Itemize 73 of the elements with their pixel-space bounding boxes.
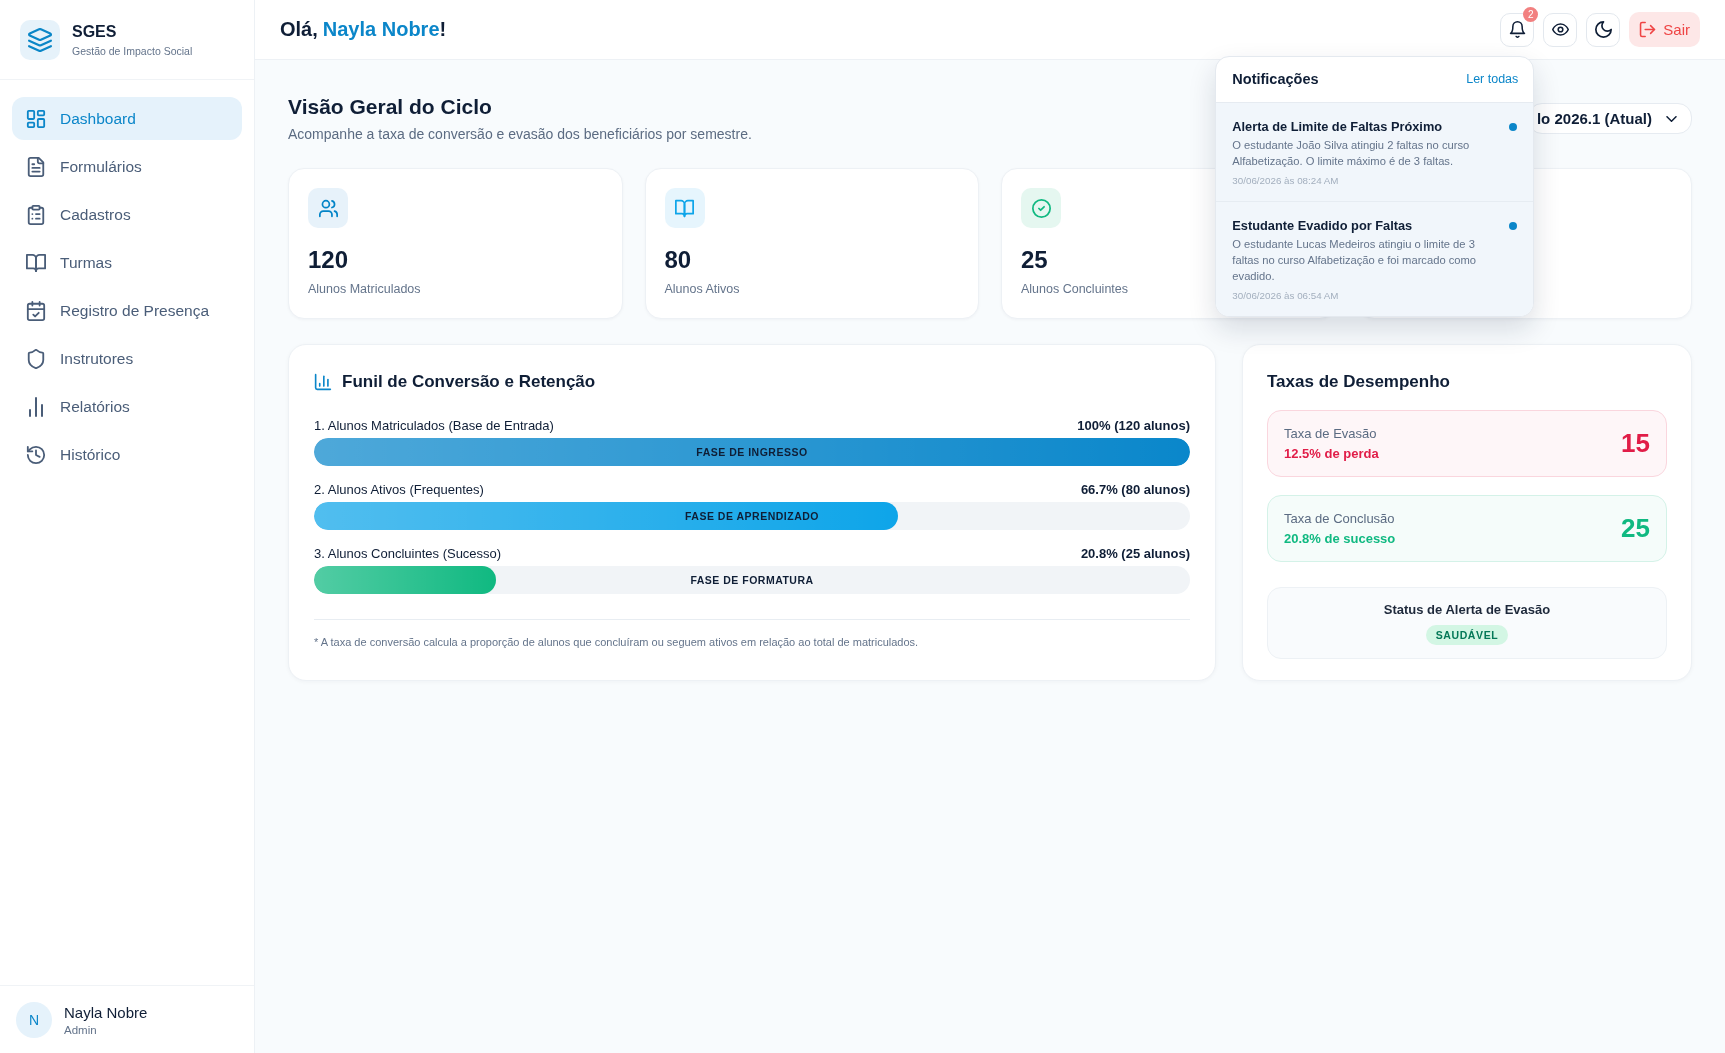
stat-label: Alunos Ativos — [664, 282, 740, 296]
status-badge: SAUDÁVEL — [1425, 624, 1509, 645]
layers-icon — [20, 19, 60, 60]
sidebar-item[interactable]: Relatórios — [12, 385, 242, 428]
eye-icon — [1551, 21, 1569, 38]
notifications-button[interactable] — [1500, 12, 1535, 47]
card-title: Taxas de Desempenho — [1267, 372, 1450, 392]
moon-icon — [1594, 21, 1612, 38]
mark-all-read-link[interactable]: Ler todas — [1466, 72, 1519, 86]
stat-label: Alunos Matriculados — [308, 282, 421, 296]
notification-item[interactable]: Estudante Evadido por Faltas O estudante Lucas Medeiros atingiu o limite de 3 faltas no curso Alfabetização e foi marcado como evadido. 30/06/2026 às 06:54 AM — [1216, 201, 1534, 316]
page-subtitle: Acompanhe a taxa de conversão e evasão dos beneficiários por semestre. — [288, 126, 752, 142]
stage-label: 1. Alunos Matriculados (Base de Entrada) — [314, 417, 554, 433]
stat-value: 80 — [664, 246, 692, 274]
sidebar-item[interactable]: Histórico — [12, 433, 242, 476]
sidebar-item[interactable]: Dashboard — [12, 97, 242, 140]
visibility-button[interactable] — [1543, 12, 1578, 47]
phase-label: FASE DE INGRESSO — [696, 446, 808, 458]
sidebar-item[interactable]: Registro de Presença — [12, 289, 242, 332]
user-role: Admin — [64, 1023, 97, 1036]
rate-detail: 12.5% de perda — [1284, 446, 1379, 461]
sidebar-item[interactable]: Cadastros — [12, 193, 242, 236]
footnote-text: * A taxa de conversão calcula a proporção de alunos que concluíram ou seguem ativos em relação ao total de matriculados. — [314, 636, 919, 648]
stage-reading: 20.8% (25 alunos) — [1080, 545, 1190, 561]
stage-reading: 66.7% (80 alunos) — [1080, 481, 1190, 497]
rate-value: 25 — [1621, 513, 1650, 544]
user-avatar: N — [16, 1001, 52, 1038]
stat-value: 120 — [308, 246, 349, 274]
phase-label: FASE DE FORMATURA — [690, 574, 814, 586]
panel-title: Notificações — [1232, 71, 1319, 87]
sidebar-item[interactable]: Instrutores — [12, 337, 242, 380]
history-icon — [26, 444, 46, 465]
sidebar-item[interactable]: Formulários — [12, 145, 242, 188]
notification-message: O estudante Lucas Medeiros atingiu o limite de 3 faltas no curso Alfabetização e foi marcado como evadido. — [1232, 236, 1478, 284]
page-title: Visão Geral do Ciclo — [288, 94, 492, 120]
notification-time: 30/06/2026 às 08:24 AM — [1232, 174, 1339, 186]
rate-value: 15 — [1621, 428, 1650, 459]
shield-icon — [26, 348, 46, 369]
rate-label: Taxa de Conclusão — [1284, 511, 1395, 526]
chevron-down-icon — [1666, 115, 1677, 122]
greeting-text: Olá, Nayla Nobre! — [280, 18, 447, 41]
phase-label: FASE DE APRENDIZADO — [685, 510, 819, 522]
clipboard-icon — [26, 204, 46, 225]
grid-icon — [26, 108, 46, 129]
users-icon — [308, 188, 348, 228]
notification-message: O estudante João Silva atingiu 2 faltas no curso Alfabetização. O limite máximo é de 3 faltas. — [1232, 137, 1471, 169]
app-tagline: Gestão de Impacto Social — [72, 44, 193, 57]
notification-title: Alerta de Limite de Faltas Próximo — [1232, 118, 1443, 135]
stat-label: Alunos Concluintes — [1021, 282, 1128, 296]
rate-label: Taxa de Evasão — [1284, 426, 1377, 441]
bell-icon — [1508, 21, 1526, 38]
user-name: Nayla Nobre — [64, 1003, 148, 1021]
document-icon — [26, 156, 46, 177]
dark-mode-button[interactable] — [1586, 12, 1621, 47]
card-title: Funil de Conversão e Retenção — [342, 372, 596, 392]
logout-icon — [1639, 21, 1657, 38]
book-icon — [26, 252, 46, 273]
stage-label: 3. Alunos Concluintes (Sucesso) — [314, 545, 502, 561]
notification-time: 30/06/2026 às 06:54 AM — [1232, 289, 1339, 301]
bar-chart-icon — [314, 373, 332, 391]
stage-label: 2. Alunos Ativos (Frequentes) — [314, 481, 484, 497]
bar-chart-icon — [26, 396, 46, 417]
notification-item[interactable]: Alerta de Limite de Faltas Próximo O estudante João Silva atingiu 2 faltas no curso Alfabetização. O limite máximo é de 3 faltas. 30/06/2026 às 08:24 AM — [1216, 102, 1534, 202]
sidebar-item[interactable]: Turmas — [12, 241, 242, 284]
alert-title: Status de Alerta de Evasão — [1383, 601, 1551, 617]
notification-count-badge: 2 — [1523, 6, 1539, 22]
calendar-check-icon — [26, 300, 46, 321]
stage-reading: 100% (120 alunos) — [1077, 417, 1190, 433]
notification-title: Estudante Evadido por Faltas — [1232, 217, 1413, 234]
book-icon — [664, 188, 705, 228]
rate-detail: 20.8% de sucesso — [1284, 531, 1396, 546]
app-name: SGES — [72, 22, 117, 41]
stat-value: 25 — [1021, 246, 1048, 274]
